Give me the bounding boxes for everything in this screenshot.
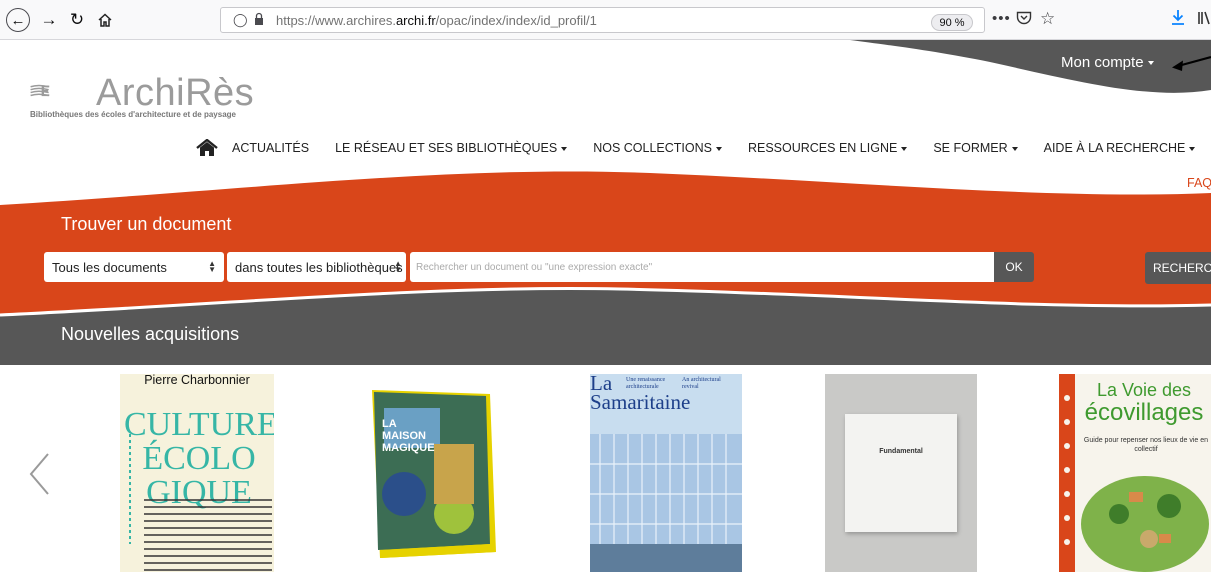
logo-text[interactable]: ArchiRès [96, 72, 254, 115]
nav-item-aide[interactable]: AIDE À LA RECHERCHE [1044, 141, 1196, 155]
book-inner-cover: Fundamental [845, 414, 957, 532]
search-input[interactable]: Rechercher un document ou "une expressio… [410, 252, 994, 282]
account-label: Mon compte [1061, 54, 1144, 71]
faq-link[interactable]: FAQ [1187, 176, 1211, 190]
book-title-line: Samaritaine [590, 390, 691, 414]
book-cover-la-voie-des-ecovillages[interactable]: La Voie des écovillages Guide pour repen… [1059, 374, 1211, 572]
page-actions-icon[interactable]: ••• [992, 10, 1011, 27]
chevron-down-icon [561, 146, 568, 151]
nav-item-label: AIDE À LA RECHERCHE [1043, 141, 1186, 155]
nav-item-label: NOS COLLECTIONS [593, 141, 712, 155]
book-cover-fundamental[interactable]: Fundamental [825, 374, 977, 572]
zoom-level-badge[interactable]: 90 % [931, 14, 973, 31]
select-arrows-icon: ▲ ▼ [394, 259, 402, 274]
pointer-arrow-icon [1172, 55, 1211, 71]
nav-item-label: ACTUALITÉS [232, 141, 310, 155]
url-text[interactable]: https://www.archires.archi.fr/opac/index… [276, 13, 597, 28]
lock-icon[interactable] [254, 12, 264, 26]
book-tagline-fr: Une renaissance architecturale [626, 377, 666, 390]
book-cover-la-samaritaine[interactable]: La Samaritaine Une renaissance architect… [590, 374, 742, 572]
tracking-shield-icon[interactable]: ◯ [233, 12, 248, 28]
book-spine-text [129, 434, 131, 544]
book-title-line: écovillages [1084, 399, 1204, 426]
url-prefix: https://www.archires. [276, 13, 396, 28]
library-icon[interactable] [1197, 10, 1211, 30]
home-icon[interactable] [196, 139, 218, 157]
chevron-down-icon [1011, 146, 1018, 151]
book-cover-art [372, 390, 496, 558]
nav-item-label: SE FORMER [933, 141, 1008, 155]
book-cover-la-maison-magique[interactable]: LA MAISON MAGIQUE [354, 374, 508, 572]
pocket-icon[interactable] [1016, 11, 1032, 29]
select-arrows-icon: ▲ ▼ [208, 259, 216, 274]
nav-item-actualites[interactable]: ACTUALITÉS [232, 141, 309, 155]
carousel-prev-icon[interactable] [28, 452, 50, 496]
advanced-search-button[interactable]: RECHERCHE [1145, 252, 1211, 284]
book-title-line: MAGIQUE [382, 442, 435, 454]
chevron-down-icon [901, 146, 908, 151]
nav-item-label: RESSOURCES EN LIGNE [747, 141, 898, 155]
download-icon[interactable] [1171, 9, 1185, 29]
forward-arrow-icon[interactable]: → [38, 9, 60, 31]
chevron-down-icon [1147, 61, 1154, 66]
header-swoosh [850, 40, 1211, 93]
book-title-line: La Voie des [1096, 380, 1192, 400]
book-author: Pierre Charbonnier [144, 374, 250, 387]
search-ok-button[interactable]: OK [994, 252, 1034, 282]
nav-item-label: LE RÉSEAU ET SES BIBLIOTHÈQUES [335, 141, 558, 155]
logo-waves-icon[interactable] [30, 72, 100, 112]
book-body-text-lines [144, 499, 272, 571]
book-title-line: CULTURE [124, 406, 274, 443]
document-type-select[interactable]: Tous les documents ▲ ▼ [44, 252, 224, 282]
nav-item-reseau[interactable]: LE RÉSEAU ET SES BIBLIOTHÈQUES [335, 141, 568, 155]
url-path: /opac/index/index/id_profil/1 [435, 13, 597, 28]
book-subtitle: Guide pour repenser nos lieux de vie en … [1083, 437, 1209, 453]
book-title: Fundamental [879, 448, 923, 455]
nav-item-collections[interactable]: NOS COLLECTIONS [593, 141, 722, 155]
reload-icon[interactable]: ↻ [66, 9, 88, 31]
url-domain: archi.fr [395, 13, 436, 28]
document-type-value: Tous les documents [52, 259, 167, 275]
browser-toolbar: ← → ↻ ◯ https://www.archires.archi.fr/op… [0, 0, 1211, 40]
library-select[interactable]: dans toutes les bibliothèques ▲ ▼ [227, 252, 406, 282]
chevron-down-icon [1189, 146, 1196, 151]
library-value: dans toutes les bibliothèques [235, 259, 403, 275]
account-menu[interactable]: Mon compte [1061, 54, 1154, 71]
book-title-line: LA MAISON [382, 418, 426, 442]
book-title: LA MAISON MAGIQUE [382, 418, 438, 454]
book-tagline-en: An architectural revival [682, 377, 721, 390]
search-placeholder: Rechercher un document ou "une expressio… [416, 261, 653, 273]
search-title: Trouver un document [61, 214, 232, 234]
book-title-line: ÉCOLO [142, 440, 256, 477]
acquisitions-title: Nouvelles acquisitions [61, 324, 240, 344]
address-bar[interactable]: ◯ https://www.archires.archi.fr/opac/ind… [220, 7, 985, 33]
bookmark-star-icon[interactable]: ☆ [1040, 9, 1055, 29]
home-icon[interactable] [94, 9, 116, 31]
book-cover-culture-ecologique[interactable]: Pierre Charbonnier CULTURE ÉCOLO GIQUE [120, 374, 274, 572]
main-navigation: ACTUALITÉS LE RÉSEAU ET SES BIBLIOTHÈQUE… [196, 138, 1211, 158]
logo-subtitle: Bibliothèques des écoles d'architecture … [30, 110, 236, 119]
nav-item-ressources[interactable]: RESSOURCES EN LIGNE [747, 141, 908, 155]
back-arrow-icon[interactable]: ← [6, 8, 30, 32]
nav-item-se-former[interactable]: SE FORMER [933, 141, 1018, 155]
browser-window: ← → ↻ ◯ https://www.archires.archi.fr/op… [0, 0, 1211, 579]
chevron-down-icon [715, 146, 722, 151]
